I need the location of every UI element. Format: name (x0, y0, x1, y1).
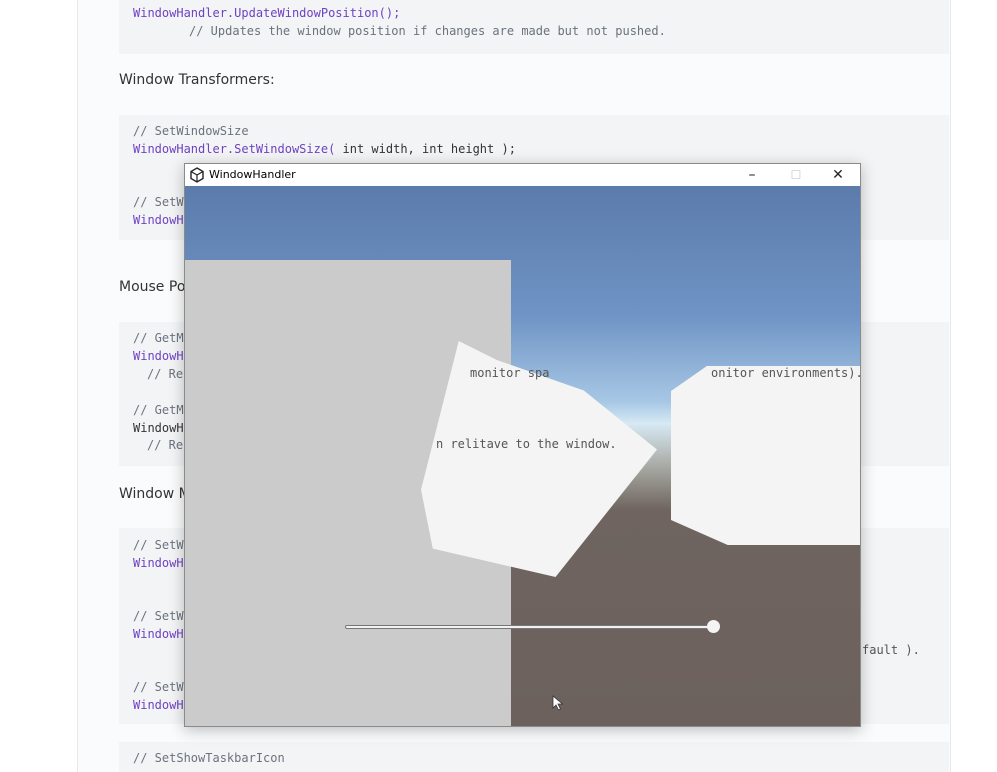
slider-track[interactable] (345, 625, 714, 629)
cursor-arrow-icon (552, 695, 564, 711)
code-line: WindowH (133, 213, 184, 227)
code-fragment: n relitave to the window. (436, 437, 617, 451)
code-line: WindowHandler.UpdateWindowPosition(); (133, 6, 401, 20)
side-cube-face (671, 366, 860, 545)
code-comment: // GetM (133, 403, 184, 417)
code-line: WindowHandler.SetWindowSize( int width, … (133, 140, 516, 158)
code-comment: // SetW (133, 609, 184, 623)
unity-window[interactable]: WindowHandler – ☐ ✕ monitor spa onitor e… (184, 163, 861, 727)
minimize-button[interactable]: – (730, 164, 774, 186)
code-comment: // Re (147, 367, 184, 381)
unity-logo-icon (190, 167, 204, 183)
heading-mouse-position: Mouse Po (119, 279, 186, 295)
code-function: WindowHandler.SetWindowSize( (133, 142, 336, 156)
code-comment: // SetShowTaskbarIcon (133, 751, 285, 765)
code-comment: // Re (147, 438, 184, 452)
code-fragment: monitor spa (470, 366, 550, 380)
code-comment: // SetW (133, 680, 184, 694)
title-bar[interactable]: WindowHandler – ☐ ✕ (185, 164, 860, 186)
window-title: WindowHandler (209, 168, 296, 181)
code-line: WindowH (133, 627, 184, 641)
code-comment: // SetW (133, 195, 184, 209)
code-comment: // Updates the window position if change… (189, 24, 666, 38)
code-fragment: onitor environments). (711, 366, 860, 380)
code-comment: // GetM (133, 331, 184, 345)
code-block-taskbar: // SetShowTaskbarIcon (119, 742, 949, 772)
maximize-button[interactable]: ☐ (774, 164, 818, 186)
code-comment: // SetWindowSize (133, 124, 249, 138)
close-button[interactable]: ✕ (816, 164, 860, 186)
code-line: WindowH (133, 349, 184, 363)
code-line: WindowH (133, 698, 184, 712)
heading-window-modifiers: Window M (119, 486, 191, 502)
heading-window-transformers: Window Transformers: (119, 72, 275, 88)
game-viewport[interactable]: monitor spa onitor environments). n reli… (185, 186, 860, 726)
code-args: int width, int height ); (335, 142, 516, 156)
slider-handle[interactable] (707, 620, 720, 633)
code-comment: // SetW (133, 538, 184, 552)
code-line: WindowH (133, 421, 184, 435)
code-fragment-fault: fault ). (862, 643, 920, 657)
code-line: WindowH (133, 556, 184, 570)
code-block-update-position: WindowHandler.UpdateWindowPosition(); //… (119, 0, 949, 54)
